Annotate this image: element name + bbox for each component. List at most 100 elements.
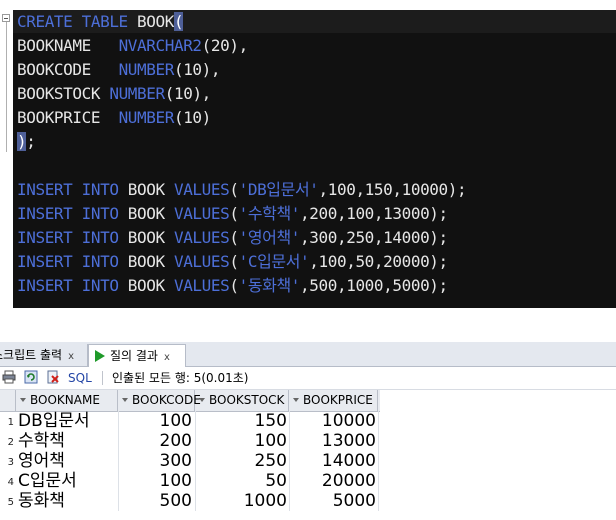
- sort-arrow-icon[interactable]: [122, 398, 128, 402]
- sql-keyword: VALUES: [173, 204, 230, 223]
- cell-bookstock[interactable]: 50: [195, 471, 287, 491]
- code-token: (10): [173, 108, 211, 127]
- results-toolbar: SQL 인출된 모든 행: 5(0.01초): [0, 367, 616, 390]
- sql-keyword: VALUES: [173, 276, 230, 295]
- code-line[interactable]: INSERT INTO BOOK VALUES('영어책',300,250,14…: [17, 226, 448, 249]
- cell-bookname[interactable]: 동화책: [18, 491, 118, 511]
- column-header-label: BOOKNAME: [30, 393, 100, 407]
- sql-keyword: NUMBER: [109, 84, 165, 103]
- cell-bookprice[interactable]: 10000: [289, 411, 376, 431]
- cell-bookname[interactable]: 영어책: [18, 451, 118, 471]
- sort-arrow-icon[interactable]: [199, 398, 205, 402]
- cell-bookstock[interactable]: 250: [195, 451, 287, 471]
- row-number: 5: [7, 497, 14, 508]
- code-token: BOOKNAME: [17, 36, 119, 55]
- code-line[interactable]: INSERT INTO BOOK VALUES('DB입문서',100,150,…: [17, 178, 467, 201]
- code-line[interactable]: BOOKNAME NVARCHAR2(20),: [17, 34, 248, 57]
- cell-bookcode[interactable]: 100: [118, 411, 192, 431]
- cell-bookstock[interactable]: 1000: [195, 491, 287, 511]
- sql-keyword: INSERT INTO: [17, 204, 128, 223]
- cell-bookname[interactable]: C입문서: [18, 471, 118, 491]
- string-literal: '영어책': [238, 228, 301, 247]
- code-token: (: [229, 276, 239, 295]
- cell-bookprice[interactable]: 14000: [289, 451, 376, 471]
- cell-bookname[interactable]: 수학책: [18, 431, 118, 451]
- sort-arrow-icon[interactable]: [293, 398, 299, 402]
- code-token: ;: [26, 132, 36, 151]
- cell-bookcode[interactable]: 500: [118, 491, 192, 511]
- close-icon[interactable]: x: [68, 351, 74, 362]
- print-icon[interactable]: [2, 370, 16, 384]
- code-token: (: [229, 228, 239, 247]
- code-token: ,200,100,13000);: [300, 204, 448, 223]
- column-header-bookprice[interactable]: BOOKPRICE: [289, 390, 378, 411]
- code-line[interactable]: BOOKCODE NUMBER(10),: [17, 58, 221, 81]
- table-row[interactable]: 5 동화책 500 1000 5000: [0, 491, 380, 511]
- cell-bookstock[interactable]: 100: [195, 431, 287, 451]
- code-token: BOOK: [127, 180, 174, 199]
- result-grid[interactable]: BOOKNAME BOOKCODE BOOKSTOCK BOOKPRICE 1 …: [0, 390, 616, 520]
- cell-bookname[interactable]: DB입문서: [18, 411, 118, 431]
- code-line[interactable]: INSERT INTO BOOK VALUES('C입문서',100,50,20…: [17, 250, 448, 273]
- cell-bookstock[interactable]: 150: [195, 411, 287, 431]
- code-token: BOOK: [127, 204, 174, 223]
- code-line[interactable]: BOOKPRICE NUMBER(10): [17, 106, 211, 129]
- row-number: 4: [7, 477, 14, 488]
- column-header-bookname[interactable]: BOOKNAME: [16, 390, 118, 411]
- tab-label: 질의 결과: [110, 349, 158, 363]
- string-literal: '동화책': [238, 276, 301, 295]
- string-literal: '수학책': [238, 204, 301, 223]
- column-header-bookstock[interactable]: BOOKSTOCK: [195, 390, 289, 411]
- cell-bookprice[interactable]: 20000: [289, 471, 376, 491]
- table-row[interactable]: 4 C입문서 100 50 20000: [0, 471, 380, 491]
- code-token: BOOK: [127, 252, 174, 271]
- code-line[interactable]: );: [17, 130, 36, 153]
- table-row[interactable]: 1 DB입문서 100 150 10000: [0, 411, 380, 431]
- cell-bookcode[interactable]: 300: [118, 451, 192, 471]
- sql-keyword: INSERT INTO: [17, 228, 128, 247]
- code-token: BOOKSTOCK: [17, 84, 110, 103]
- string-literal: 'DB입문서': [238, 180, 319, 199]
- column-header-bookcode[interactable]: BOOKCODE: [118, 390, 201, 411]
- cell-bookprice[interactable]: 5000: [289, 491, 376, 511]
- code-token: (10),: [164, 84, 212, 103]
- code-token: ,300,250,14000);: [300, 228, 448, 247]
- code-line[interactable]: INSERT INTO BOOK VALUES('동화책',500,1000,5…: [17, 274, 448, 297]
- delete-export-icon[interactable]: [46, 370, 60, 384]
- table-row[interactable]: 2 수학책 200 100 13000: [0, 431, 380, 451]
- refresh-icon[interactable]: [24, 370, 38, 384]
- cell-bookcode[interactable]: 200: [118, 431, 192, 451]
- cell-bookcode[interactable]: 100: [118, 471, 192, 491]
- code-line[interactable]: CREATE TABLE BOOK(: [13, 10, 616, 33]
- grid-header: BOOKNAME BOOKCODE BOOKSTOCK BOOKPRICE: [0, 390, 380, 412]
- tab-script-output[interactable]: 스크립트 출력 x: [0, 344, 88, 366]
- code-area[interactable]: CREATE TABLE BOOK(BOOKNAME NVARCHAR2(20)…: [13, 10, 616, 308]
- row-number: 3: [7, 457, 14, 468]
- fold-guide-line: [6, 22, 7, 152]
- sql-keyword: NUMBER: [118, 60, 175, 79]
- editor-gutter: [0, 0, 13, 318]
- tab-query-result[interactable]: 질의 결과 x: [88, 344, 186, 367]
- run-query-icon: [95, 350, 105, 362]
- results-tab-bar: 스크립트 출력 x 질의 결과 x: [0, 342, 616, 367]
- tab-label: 스크립트 출력: [0, 348, 63, 362]
- table-row[interactable]: 3 영어책 300 250 14000: [0, 451, 380, 471]
- sql-keyword: CREATE TABLE: [17, 12, 138, 31]
- sql-editor[interactable]: CREATE TABLE BOOK(BOOKNAME NVARCHAR2(20)…: [0, 0, 616, 318]
- column-header-label: BOOKCODE: [132, 393, 201, 407]
- close-icon[interactable]: x: [164, 352, 170, 363]
- sql-keyword: VALUES: [173, 180, 230, 199]
- code-token: (: [229, 252, 239, 271]
- row-number: 2: [7, 437, 14, 448]
- string-literal: 'C입문서': [238, 252, 310, 271]
- fetch-status: 인출된 모든 행: 5(0.01초): [112, 371, 249, 385]
- sql-keyword: INSERT INTO: [17, 180, 128, 199]
- sql-button[interactable]: SQL: [68, 369, 92, 387]
- sql-keyword: INSERT INTO: [17, 276, 128, 295]
- collapse-icon[interactable]: [2, 14, 10, 22]
- code-line[interactable]: INSERT INTO BOOK VALUES('수학책',200,100,13…: [17, 202, 448, 225]
- sort-arrow-icon[interactable]: [20, 398, 26, 402]
- code-line[interactable]: BOOKSTOCK NUMBER(10),: [17, 82, 211, 105]
- code-token: ,100,150,10000);: [318, 180, 467, 199]
- cell-bookprice[interactable]: 13000: [289, 431, 376, 451]
